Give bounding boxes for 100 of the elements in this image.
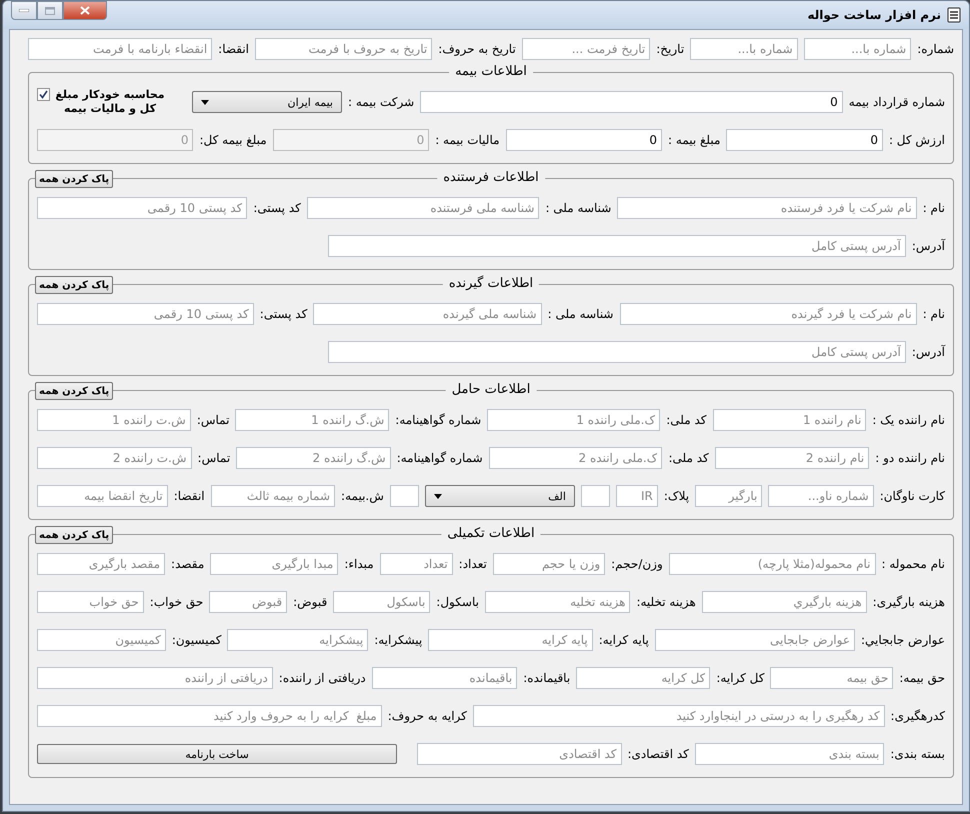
input-field[interactable]: ش.گ راننده 1 [235,409,390,431]
field-label: شماره گواهینامه: [395,413,482,427]
input-field[interactable]: IR [616,485,658,507]
action-button[interactable]: ساخت بارنامه [37,744,397,764]
input-field[interactable]: ک.ملی راننده 1 [487,409,660,431]
field-label: مالیات بیمه : [435,133,500,147]
maximize-button[interactable] [37,1,63,20]
close-button[interactable] [63,1,107,20]
input-field[interactable] [580,485,610,507]
document-icon [947,7,961,23]
field-label: شناسه ملی : [545,201,612,215]
field-label: حق بیمه: [899,671,945,685]
field-label: شماره: [917,42,954,56]
input-field[interactable]: وزن یا حجم [492,553,606,575]
input-field[interactable]: باسکول [333,591,430,613]
caret-icon [434,494,442,498]
checkbox[interactable] [37,88,50,101]
caret-icon [201,100,209,104]
input-field[interactable]: کد اقتصادی [417,743,622,765]
clear-button[interactable]: پاک کردن همه [35,170,114,188]
field-label: کل کرایه: [716,671,764,685]
input-field[interactable]: ش.گ راننده 2 [236,447,391,469]
field-label: پلاک: [664,489,690,503]
field-label: شناسه ملی : [548,307,614,321]
input-field[interactable]: شناسه ملی فرستنده [306,197,540,219]
input-field[interactable]: دریافتی از راننده [37,667,273,689]
field-label: هزینه بارگیری: [872,595,945,609]
input-field[interactable]: شماره بیمه ثالث [210,485,336,507]
input-field[interactable]: حق خواب [37,591,144,613]
field-label: تماس: [196,413,230,427]
field-label: باسکول: [436,595,479,609]
input-field[interactable]: حق بیمه [770,667,894,689]
input-field[interactable]: 0 [726,129,883,151]
input-field[interactable]: مبدا بارگیری [210,553,338,575]
input-field[interactable]: نام محموله(مثلا پارچه) [668,553,876,575]
minimize-icon [19,9,29,12]
field-label: قبوض: [293,595,328,609]
field-label: شماره گواهینامه: [396,451,483,465]
minimize-button[interactable] [11,1,37,20]
input-field[interactable]: بسته بندی [694,743,884,765]
field-label: نام : [922,201,945,215]
input-field[interactable]: تاریخ به حروف با فرمت [255,38,432,60]
field-label: کارت ناوگان: [880,489,945,503]
input-field[interactable]: باقیمانده [372,667,518,689]
clear-button[interactable]: پاک کردن همه [35,382,114,400]
input-field[interactable]: نام راننده 2 [714,447,870,469]
group-title: اطلاعات گیرنده [442,276,540,291]
input-field[interactable]: شماره با... [804,38,912,60]
input-field[interactable]: بارگیر [695,485,762,507]
input-field[interactable]: قبوض [209,591,288,613]
field-label: عوارض جابجایي: [860,633,945,647]
dropdown[interactable]: بیمه ایران [192,91,342,113]
input-field[interactable]: ش.ت راننده 2 [36,447,192,469]
dropdown[interactable]: الف [424,485,575,507]
input-field[interactable]: کمیسیون [37,629,166,651]
field-label: نام راننده دو : [875,451,945,465]
input-field[interactable]: تعداد [380,553,453,575]
field-label: کد اقتصادی: [628,747,689,761]
field-label: تاریخ: [656,42,684,56]
window-title: نرم افزار ساخت حواله [808,8,941,22]
input-field[interactable]: عوارض جابجایی [654,629,855,651]
input-field[interactable]: پایه کرایه [428,629,593,651]
input-field[interactable]: شناسه ملی گیرنده [313,303,542,325]
input-field[interactable]: کل کرایه [576,667,710,689]
input-field[interactable]: ک.ملی راننده 2 [488,447,662,469]
input-field[interactable]: هزینه بارگیري [702,591,867,613]
input-field[interactable]: کد رهگیری را به درستی در اینجاوارد کنید [472,705,885,727]
field-label: وزن/حجم: [611,557,663,571]
field-label: کد پستی: [260,307,308,321]
input-field[interactable]: تاریخ انقضا بیمه [36,485,168,507]
field-label: نام راننده یک : [872,413,945,427]
field-label: شماره قرارداد بیمه [848,95,945,109]
field-label: کمیسیون: [172,633,222,647]
field-label: نام : [922,307,945,321]
clear-button[interactable]: پاک کردن همه [35,526,114,544]
clear-button[interactable]: پاک کردن همه [35,276,114,294]
field-label: حق خواب: [150,595,204,609]
input-field[interactable]: نام راننده 1 [712,409,866,431]
input-field[interactable]: کد پستی 10 رقمی [37,303,254,325]
input-field[interactable]: 0 [420,91,843,113]
input-field[interactable]: کد پستی 10 رقمی [36,197,248,219]
input-field[interactable]: تاریخ فرمت ... [522,38,650,60]
input-field[interactable]: 0 [506,129,662,151]
input-field[interactable]: شماره ناو... [768,485,874,507]
input-field[interactable]: پیشکرایه [227,629,368,651]
input-field[interactable]: شماره با... [690,38,798,60]
input-field[interactable]: نام شرکت یا فرد گیرنده [620,303,917,325]
input-field[interactable]: هزینه تخلیه [484,591,630,613]
field-label: تعداد: [458,557,487,571]
field-label: کد پستی: [253,201,301,215]
input-field[interactable]: مقصد بارگیری [37,553,166,575]
input-field[interactable]: نام شرکت یا فرد فرستنده [617,197,917,219]
input-field[interactable]: ش.ت راننده 1 [37,409,191,431]
field-label: مبلغ بیمه کل: [199,133,267,147]
field-label: ش.بیمه: [341,489,384,503]
group-title: اطلاعات تکمیلی [441,526,541,541]
input-field[interactable]: انقضاء بارنامه با فرمت [28,38,212,60]
field-label: انقضا: [218,42,250,56]
input-field[interactable] [390,485,419,507]
input-field[interactable]: مبلغ کرایه را به حروف وارد کنید [37,705,382,727]
